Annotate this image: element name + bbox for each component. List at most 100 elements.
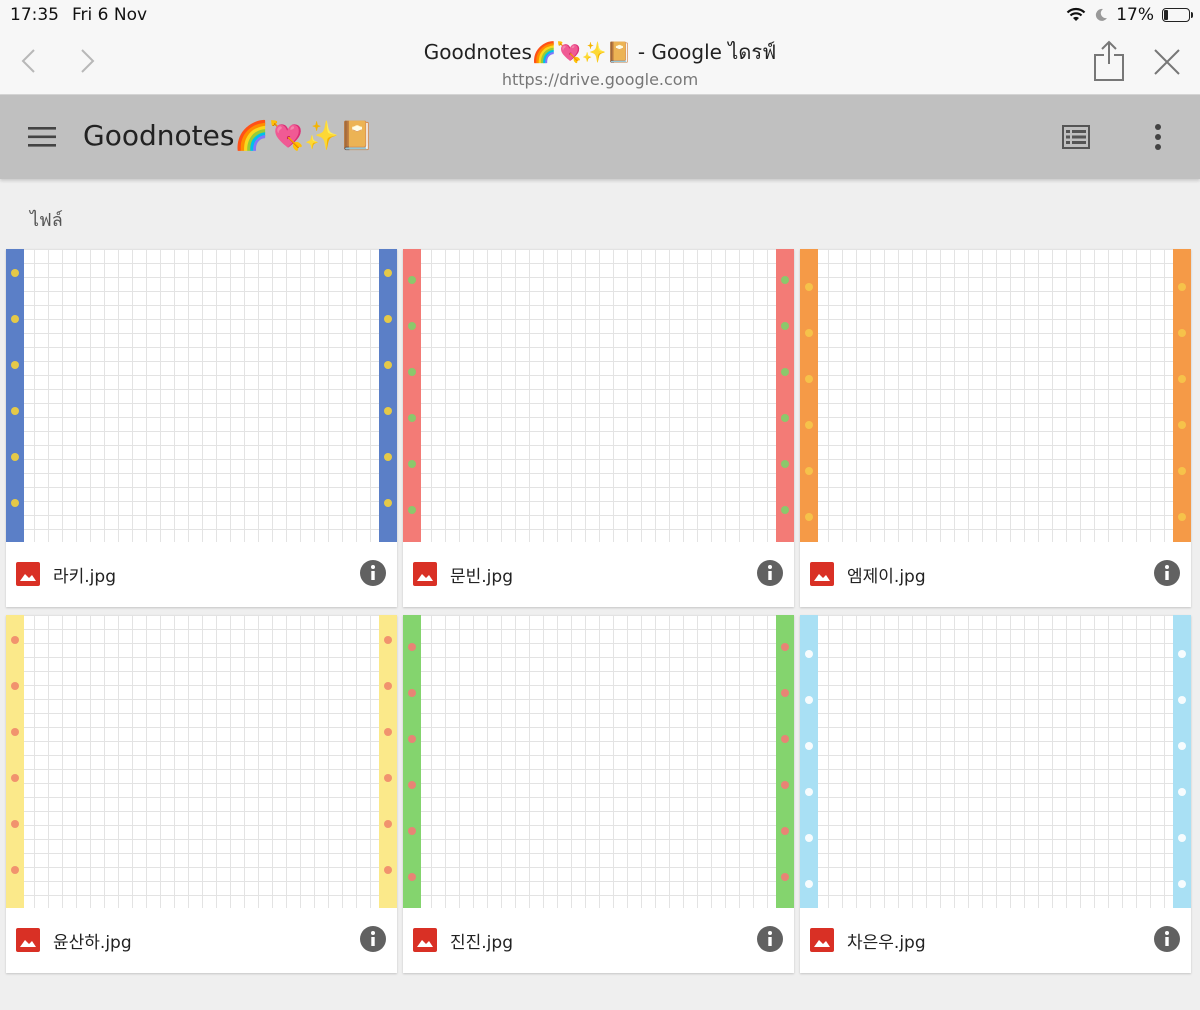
strip-decoration bbox=[781, 368, 789, 376]
strip-decoration bbox=[805, 788, 813, 796]
strip-decoration bbox=[805, 696, 813, 704]
file-thumbnail[interactable] bbox=[6, 615, 397, 908]
strip-decoration bbox=[408, 414, 416, 422]
file-name[interactable]: 차은우.jpg bbox=[847, 928, 926, 953]
image-file-icon bbox=[413, 928, 437, 952]
strip-decoration bbox=[11, 682, 19, 690]
file-thumbnail[interactable] bbox=[403, 249, 794, 542]
thumbnail-strip-left bbox=[800, 249, 818, 542]
file-card[interactable]: 진진.jpg bbox=[403, 615, 794, 973]
strip-decoration bbox=[1178, 513, 1186, 521]
page-title-block: Goodnotes🌈💘✨📔 - Google ไดรฟ์ https://dri… bbox=[0, 36, 1200, 89]
strip-decoration bbox=[805, 650, 813, 658]
file-thumbnail[interactable] bbox=[800, 249, 1191, 542]
strip-decoration bbox=[781, 873, 789, 881]
strip-decoration bbox=[11, 774, 19, 782]
strip-decoration bbox=[11, 361, 19, 369]
file-card[interactable]: 라키.jpg bbox=[6, 249, 397, 607]
strip-decoration bbox=[1178, 880, 1186, 888]
strip-decoration bbox=[1178, 696, 1186, 704]
file-thumbnail[interactable] bbox=[800, 615, 1191, 908]
info-icon[interactable] bbox=[1153, 925, 1181, 953]
strip-decoration bbox=[781, 643, 789, 651]
info-icon[interactable] bbox=[756, 925, 784, 953]
image-file-icon bbox=[16, 928, 40, 952]
more-options-icon[interactable] bbox=[1152, 123, 1164, 151]
strip-decoration bbox=[408, 781, 416, 789]
battery-percent: 17% bbox=[1116, 5, 1154, 25]
status-time: 17:35 bbox=[10, 5, 59, 25]
thumbnail-strip-right bbox=[379, 615, 397, 908]
file-thumbnail[interactable] bbox=[403, 615, 794, 908]
folder-title: Goodnotes🌈💘✨📔 bbox=[83, 119, 374, 152]
strip-decoration bbox=[11, 728, 19, 736]
drive-header: Goodnotes🌈💘✨📔 bbox=[0, 95, 1200, 179]
strip-decoration bbox=[1178, 329, 1186, 337]
share-icon[interactable] bbox=[1092, 40, 1126, 82]
strip-decoration bbox=[384, 315, 392, 323]
strip-decoration bbox=[781, 506, 789, 514]
info-icon[interactable] bbox=[359, 925, 387, 953]
file-card[interactable]: 차은우.jpg bbox=[800, 615, 1191, 973]
strip-decoration bbox=[805, 513, 813, 521]
thumbnail-strip-left bbox=[403, 249, 421, 542]
info-icon[interactable] bbox=[756, 559, 784, 587]
strip-decoration bbox=[11, 499, 19, 507]
list-view-icon[interactable] bbox=[1062, 125, 1090, 149]
strip-decoration bbox=[781, 827, 789, 835]
strip-decoration bbox=[1178, 421, 1186, 429]
file-thumbnail[interactable] bbox=[6, 249, 397, 542]
file-card[interactable]: 윤산하.jpg bbox=[6, 615, 397, 973]
strip-decoration bbox=[781, 689, 789, 697]
strip-decoration bbox=[781, 460, 789, 468]
strip-decoration bbox=[384, 866, 392, 874]
strip-decoration bbox=[805, 742, 813, 750]
file-card[interactable]: 엠제이.jpg bbox=[800, 249, 1191, 607]
strip-decoration bbox=[384, 361, 392, 369]
thumbnail-strip-right bbox=[776, 249, 794, 542]
strip-decoration bbox=[1178, 375, 1186, 383]
strip-decoration bbox=[384, 728, 392, 736]
strip-decoration bbox=[805, 283, 813, 291]
strip-decoration bbox=[408, 460, 416, 468]
strip-decoration bbox=[384, 453, 392, 461]
strip-decoration bbox=[805, 834, 813, 842]
strip-decoration bbox=[11, 636, 19, 644]
file-card-footer: 차은우.jpg bbox=[800, 908, 1191, 973]
moon-icon bbox=[1096, 8, 1108, 21]
page-url[interactable]: https://drive.google.com bbox=[0, 70, 1200, 89]
info-icon[interactable] bbox=[359, 559, 387, 587]
strip-decoration bbox=[781, 414, 789, 422]
strip-decoration bbox=[11, 407, 19, 415]
file-card-footer: 진진.jpg bbox=[403, 908, 794, 973]
strip-decoration bbox=[805, 467, 813, 475]
file-name[interactable]: 문빈.jpg bbox=[450, 562, 513, 587]
thumbnail-strip-left bbox=[800, 615, 818, 908]
status-bar: 17:35 Fri 6 Nov 17% bbox=[0, 0, 1200, 30]
strip-decoration bbox=[384, 636, 392, 644]
strip-decoration bbox=[781, 276, 789, 284]
strip-decoration bbox=[384, 407, 392, 415]
thumbnail-strip-left bbox=[6, 615, 24, 908]
strip-decoration bbox=[11, 820, 19, 828]
files-section-label: ไฟล์ bbox=[30, 210, 63, 231]
browser-toolbar: Goodnotes🌈💘✨📔 - Google ไดรฟ์ https://dri… bbox=[0, 30, 1200, 95]
info-icon[interactable] bbox=[1153, 559, 1181, 587]
strip-decoration bbox=[408, 322, 416, 330]
strip-decoration bbox=[781, 322, 789, 330]
strip-decoration bbox=[384, 774, 392, 782]
menu-icon[interactable] bbox=[28, 127, 56, 147]
thumbnail-strip-right bbox=[1173, 249, 1191, 542]
file-card[interactable]: 문빈.jpg bbox=[403, 249, 794, 607]
close-icon[interactable] bbox=[1153, 48, 1181, 76]
file-name[interactable]: 엠제이.jpg bbox=[847, 562, 926, 587]
strip-decoration bbox=[805, 421, 813, 429]
strip-decoration bbox=[1178, 834, 1186, 842]
strip-decoration bbox=[11, 453, 19, 461]
strip-decoration bbox=[408, 873, 416, 881]
file-card-footer: 윤산하.jpg bbox=[6, 908, 397, 973]
file-name[interactable]: 윤산하.jpg bbox=[53, 928, 132, 953]
file-name[interactable]: 진진.jpg bbox=[450, 928, 513, 953]
file-name[interactable]: 라키.jpg bbox=[53, 562, 116, 587]
strip-decoration bbox=[805, 375, 813, 383]
